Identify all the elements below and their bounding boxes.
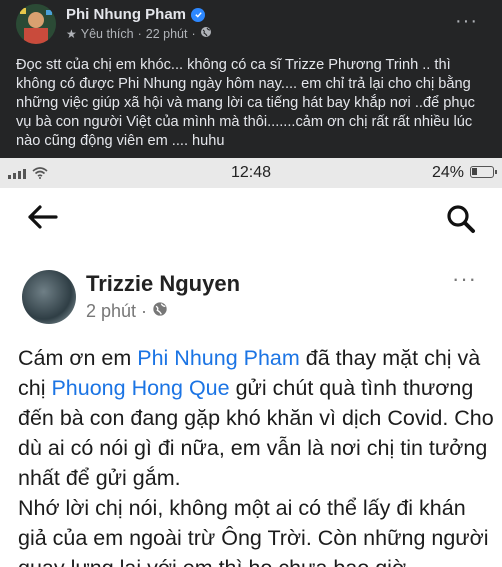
- search-icon[interactable]: [446, 204, 476, 239]
- mention-link[interactable]: Phuong Hong Que: [51, 376, 229, 400]
- inner-post-meta: 2 phút ·: [86, 301, 168, 322]
- inner-post-time[interactable]: 2 phút: [86, 301, 136, 322]
- verified-badge-icon: [191, 7, 205, 22]
- globe-icon: [200, 26, 212, 41]
- mention-link[interactable]: Phi Nhung Pham: [137, 346, 300, 370]
- inner-author-name[interactable]: Trizzie Nguyen: [86, 271, 240, 297]
- back-arrow-icon[interactable]: [26, 204, 58, 235]
- battery-icon: [470, 166, 497, 178]
- star-icon: ★: [66, 26, 77, 41]
- more-options-icon[interactable]: ···: [455, 10, 478, 33]
- post-header: Phi Nhung Pham ★ Yêu thích · 22 phút · ·…: [0, 0, 502, 48]
- post-time[interactable]: 22 phút: [146, 27, 188, 41]
- inner-post-text: Cám ơn em Phi Nhung Pham đã thay mặt chị…: [18, 346, 494, 567]
- inner-more-options-icon[interactable]: ···: [452, 266, 477, 292]
- battery-text: 24%: [432, 164, 465, 181]
- attached-screenshot[interactable]: 12:48 24% Trizzie Nguyen 2 phút · ··· Cá…: [0, 158, 502, 567]
- status-bar: 12:48 24%: [0, 158, 502, 188]
- post-meta: ★ Yêu thích · 22 phút ·: [66, 26, 212, 41]
- globe-icon: [152, 301, 168, 322]
- privacy-label[interactable]: Yêu thích: [81, 27, 134, 41]
- post-text: Đọc stt của chị em khóc... không có ca s…: [16, 57, 475, 149]
- avatar[interactable]: [16, 4, 56, 44]
- author-name[interactable]: Phi Nhung Pham: [66, 6, 186, 23]
- avatar[interactable]: [22, 270, 76, 324]
- status-time: 12:48: [230, 164, 272, 181]
